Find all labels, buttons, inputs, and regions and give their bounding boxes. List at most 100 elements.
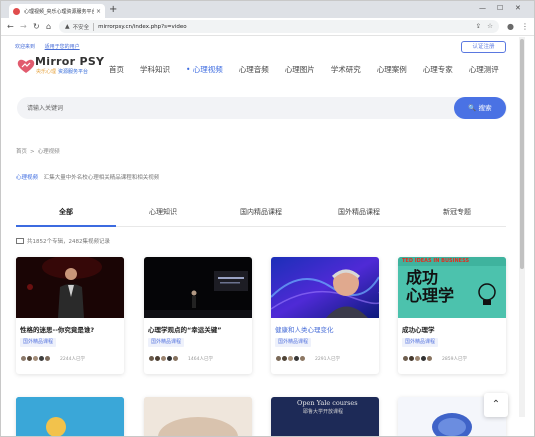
card-thumbnail: TED IDEAS IN BUSINESS 成功 心理学 (398, 257, 506, 318)
nav-subject-knowledge[interactable]: 学科知识 (140, 64, 170, 75)
result-summary: 共1852个专辑，2482集视频记录 (16, 237, 110, 245)
search-input[interactable] (27, 102, 427, 114)
learner-avatars (148, 355, 179, 362)
learner-count: 2244人已学 (60, 357, 85, 362)
ted-banner-text: TED IDEAS IN BUSINESS (402, 258, 470, 264)
site-favicon-icon (13, 7, 20, 15)
tab-psych-knowledge[interactable]: 心理知识 (149, 207, 177, 217)
nav-psych-audio[interactable]: 心理音频 (239, 64, 269, 75)
lightbulb-icon (478, 283, 496, 305)
avatar (299, 355, 306, 362)
category-header: 心理视频 汇集大量中外名校心理相关精品课程和相关视频 (16, 173, 159, 181)
new-tab-button[interactable]: + (109, 4, 117, 16)
avatar (426, 355, 433, 362)
tab-foreign-courses[interactable]: 国外精品课程 (338, 207, 380, 217)
maximize-button[interactable]: ☐ (497, 4, 503, 12)
nav-psych-video[interactable]: • 心理视频 (186, 64, 223, 75)
learner-count: 2291人已学 (315, 357, 340, 362)
tab-all[interactable]: 全部 (59, 207, 73, 217)
course-card[interactable]: TED IDEAS IN BUSINESS 成功 心理学 成功心理学 国外精品课… (398, 257, 506, 374)
card-title[interactable]: 健康和人类心理变化 (275, 324, 334, 334)
back-to-top-button[interactable]: ⌃ (484, 393, 508, 417)
card-tag: 国外精品课程 (402, 338, 439, 347)
minimize-button[interactable]: — (479, 4, 486, 12)
active-tab-underline (16, 225, 116, 227)
avatar (44, 355, 51, 362)
card-tag: 国外精品课程 (20, 338, 57, 347)
summary-text: 共1852个专辑，2482集视频记录 (27, 239, 110, 245)
learner-avatars (275, 355, 306, 362)
course-card[interactable]: 性格的迷思--你究竟是谁? 国外精品课程 2244人已学 (16, 257, 124, 374)
course-card-partial[interactable] (144, 397, 252, 436)
course-card[interactable]: 健康和人类心理变化 国外精品课程 2291人已学 (271, 257, 379, 374)
logo-heart-icon (17, 59, 35, 73)
yale-subtitle: 耶鲁大学开放课程 (303, 409, 344, 415)
logo-subtitle: 央乐心理 资源服务平台 (36, 68, 88, 75)
warning-icon: ▲ (65, 23, 70, 30)
filter-tabs: 全部 心理知识 国内精品课程 国外精品课程 新冠专题 (16, 197, 506, 227)
category-name: 心理视频 (16, 175, 39, 181)
url-text[interactable]: mirrorpsy.cn/index.php?s=video (98, 24, 186, 30)
home-button[interactable]: ⌂ (46, 22, 51, 32)
yale-title: Open Yale courses (297, 399, 358, 407)
card-thumbnail (16, 257, 124, 318)
browser-toolbar: ← → ↻ ⌂ ▲ 不安全 mirrorpsy.cn/index.php?s=v… (1, 18, 534, 36)
browser-menu-icon[interactable]: ⋮ (521, 22, 529, 32)
learner-count: 2859人已学 (442, 357, 467, 362)
breadcrumb: 首页 > 心理视频 (16, 147, 60, 155)
forward-button[interactable]: → (20, 22, 27, 32)
breadcrumb-separator: > (30, 149, 35, 155)
logo-sub-b: 资源服务平台 (58, 69, 89, 75)
video-list-icon (16, 238, 24, 244)
welcome-text: 欢迎来到 (15, 44, 36, 50)
logo-name: Mirror PSY (35, 55, 105, 68)
page-scrollbar[interactable] (519, 37, 525, 417)
security-label[interactable]: 不安全 (73, 22, 95, 31)
card-tag: 国外精品课程 (275, 338, 312, 347)
close-window-button[interactable]: ✕ (515, 4, 521, 12)
nav-experts[interactable]: 心理专家 (423, 64, 453, 75)
card-title[interactable]: 成功心理学 (402, 324, 435, 334)
tab-covid-topics[interactable]: 新冠专题 (443, 207, 471, 217)
address-bar[interactable]: ▲ 不安全 mirrorpsy.cn/index.php?s=video ⇪ ☆ (59, 20, 499, 33)
browser-tab[interactable]: 心理视频_央乐心理资源服务平台 × (9, 4, 105, 18)
card-title[interactable]: 心理学观点的“幸运关键” (148, 324, 222, 334)
nav-research[interactable]: 学术研究 (331, 64, 361, 75)
stage-thumbnail-image (144, 257, 252, 318)
user-link[interactable]: 适用于您的用户 (45, 44, 80, 50)
share-icon[interactable]: ⇪ (476, 22, 481, 30)
main-navigation: 首页 学科知识 • 心理视频 心理音频 心理图片 学术研究 心理案例 心理专家 … (109, 64, 515, 75)
speaker-thumbnail-image (16, 257, 124, 318)
nav-home[interactable]: 首页 (109, 64, 124, 75)
reload-button[interactable]: ↻ (33, 22, 40, 32)
bookmark-star-icon[interactable]: ☆ (487, 22, 493, 30)
nav-cases[interactable]: 心理案例 (377, 64, 407, 75)
course-card-partial[interactable] (16, 397, 124, 436)
top-utility-bar: 欢迎来到 适用于您的用户 (15, 43, 80, 50)
thumb-big-title-2: 心理学 (406, 286, 455, 305)
category-description: 汇集大量中外名校心理相关精品课程和相关视频 (43, 175, 160, 181)
nav-assessment[interactable]: 心理测评 (469, 64, 499, 75)
tab-close-icon[interactable]: × (96, 8, 101, 15)
course-card[interactable]: 心理学观点的“幸运关键” 国外精品课程 1464人已学 (144, 257, 252, 374)
card-tag: 国外精品课程 (148, 338, 185, 347)
address-bar-actions: ⇪ ☆ (476, 20, 493, 33)
logo-sub-a: 央乐心理 (36, 69, 57, 75)
breadcrumb-current: 心理视频 (37, 149, 60, 155)
avatar (172, 355, 179, 362)
learner-count: 1464人已学 (188, 357, 213, 362)
back-button[interactable]: ← (7, 22, 14, 32)
page-content: 欢迎来到 适用于您的用户 认证注册 Mirror PSY 央乐心理 资源服务平台 … (1, 37, 519, 436)
card-thumbnail (144, 257, 252, 318)
card-thumbnail (271, 257, 379, 318)
nav-psych-images[interactable]: 心理图片 (285, 64, 315, 75)
scrollbar-thumb[interactable] (520, 39, 524, 269)
breadcrumb-home[interactable]: 首页 (16, 149, 27, 155)
tab-domestic-courses[interactable]: 国内精品课程 (240, 207, 282, 217)
search-button[interactable]: 🔍 搜索 (454, 97, 506, 119)
card-title[interactable]: 性格的迷思--你究竟是谁? (20, 324, 94, 334)
login-register-button[interactable]: 认证注册 (461, 41, 506, 53)
learner-avatars (402, 355, 433, 362)
profile-icon[interactable]: ● (507, 22, 514, 32)
course-card-partial[interactable]: Open Yale courses 耶鲁大学开放课程 (271, 397, 379, 436)
